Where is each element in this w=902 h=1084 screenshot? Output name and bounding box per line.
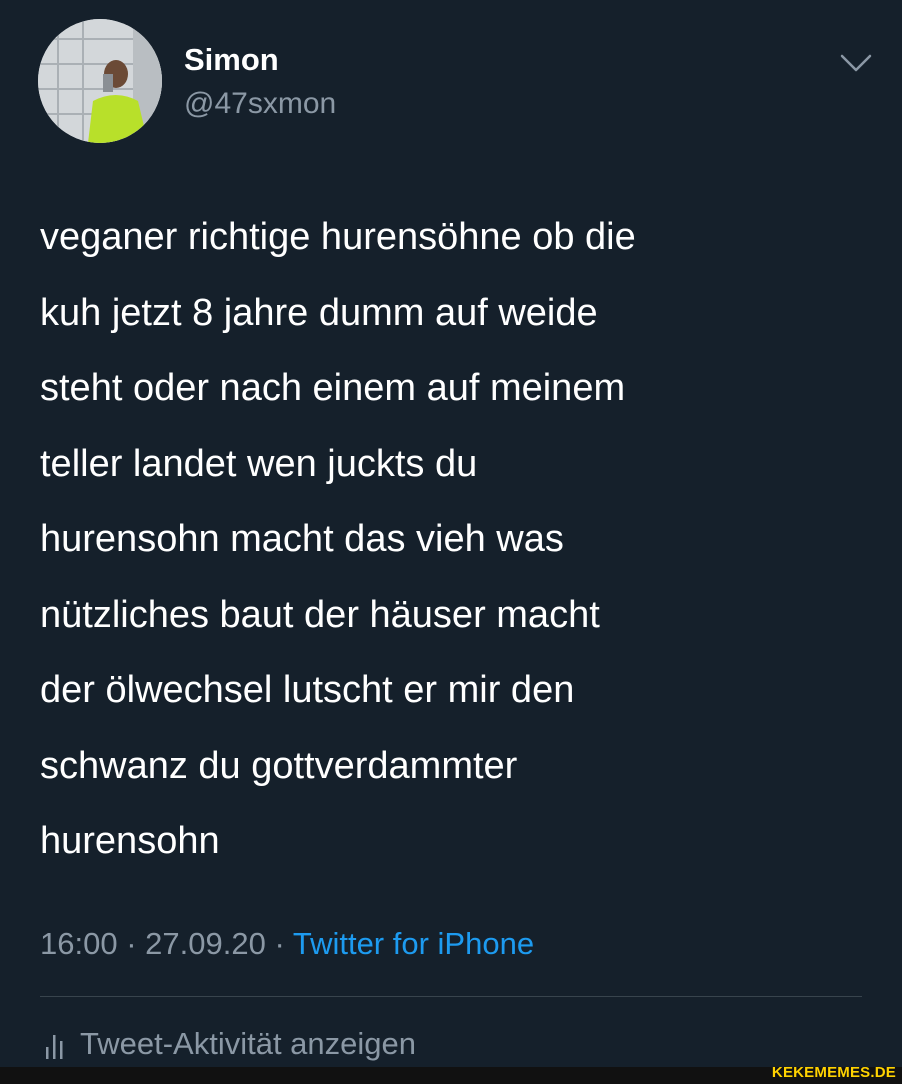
tweet-line: der ölwechsel lutscht er mir den bbox=[40, 669, 575, 711]
tweet-time: 16:00 bbox=[40, 926, 118, 961]
divider bbox=[40, 996, 862, 997]
chevron-down-icon[interactable] bbox=[838, 50, 874, 76]
meta-separator: · bbox=[126, 926, 137, 961]
tweet-line: teller landet wen juckts du bbox=[40, 442, 478, 485]
tweet-date[interactable]: 27.09.20 bbox=[145, 926, 266, 961]
tweet-line: veganer richtige hurensöhne ob die bbox=[40, 216, 636, 258]
meta-separator: · bbox=[274, 926, 285, 961]
display-name[interactable]: Simon bbox=[184, 42, 279, 78]
avatar-photo bbox=[38, 19, 162, 143]
tweet-line: hurensohn macht das vieh was bbox=[40, 518, 564, 560]
watermark-bar bbox=[0, 1067, 902, 1084]
tweet-source-link[interactable]: Twitter for iPhone bbox=[293, 926, 534, 961]
tweet-line: schwanz du gottverdammter bbox=[40, 744, 518, 787]
tweet-line: nützliches baut der häuser macht bbox=[40, 593, 600, 636]
avatar[interactable] bbox=[38, 19, 162, 143]
tweet-line: kuh jetzt 8 jahre dumm auf weide bbox=[40, 291, 598, 334]
tweet-meta: 16:00 · 27.09.20 · Twitter for iPhone bbox=[40, 924, 534, 964]
tweet-text: veganer richtige hurensöhne ob die kuh j… bbox=[40, 200, 870, 880]
tweet-activity-button[interactable]: Tweet-Aktivität anzeigen bbox=[44, 1024, 416, 1064]
user-handle[interactable]: @47sxmon bbox=[184, 86, 336, 122]
bar-chart-icon bbox=[46, 1035, 63, 1059]
watermark: KEKEMEMES.DE bbox=[771, 1064, 896, 1081]
tweet-activity-label: Tweet-Aktivität anzeigen bbox=[80, 1026, 417, 1061]
tweet-line: steht oder nach einem auf meinem bbox=[40, 367, 626, 409]
tweet-line: hurensohn bbox=[40, 820, 220, 862]
